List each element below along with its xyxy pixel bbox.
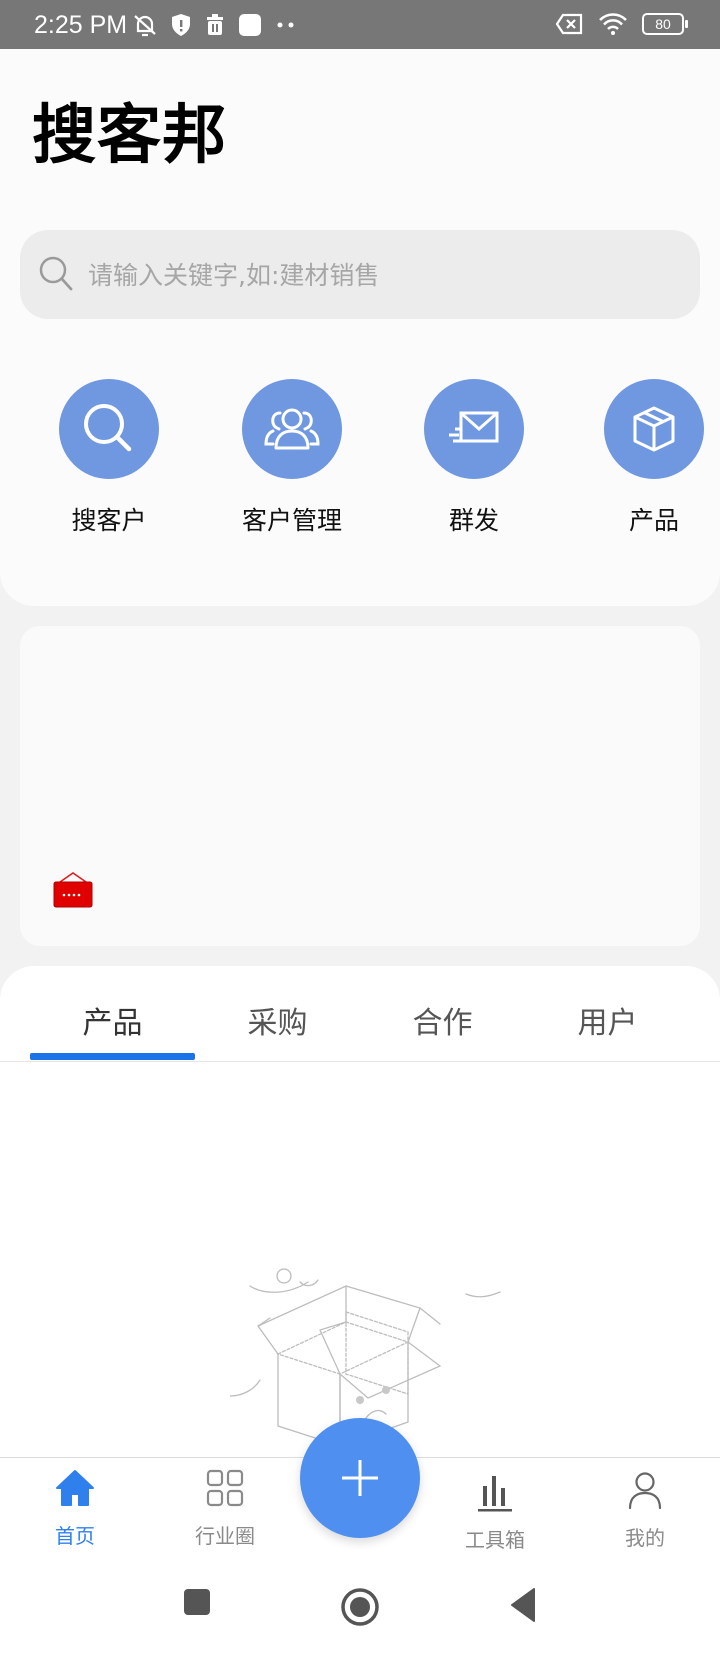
quick-action-products[interactable]: 产品 [574, 379, 720, 537]
tab-products[interactable]: 产品 [30, 998, 195, 1042]
back-icon[interactable] [508, 1587, 538, 1623]
search-icon [84, 404, 132, 452]
nav-profile[interactable]: 我的 [585, 1468, 705, 1551]
top-card: 搜客邦 搜客户 [0, 49, 720, 606]
tab-cooperation[interactable]: 合作 [360, 998, 525, 1042]
mail-send-icon [449, 411, 499, 443]
tab-bar: 产品 采购 合作 用户 [0, 966, 720, 1062]
tab-purchase[interactable]: 采购 [195, 998, 360, 1042]
wifi-icon [599, 13, 627, 35]
quick-actions: 搜客户 客户管理 群发 产品 [0, 379, 720, 535]
shop-sign-icon [53, 872, 93, 908]
system-nav-bar [0, 1567, 720, 1650]
empty-box-illustration [230, 1268, 501, 1446]
more-dots-icon [277, 22, 294, 28]
shield-icon [172, 14, 190, 36]
trash-icon [207, 14, 223, 35]
status-time: 2:25 PM [34, 11, 128, 39]
search-icon [39, 256, 73, 291]
quick-action-label: 客户管理 [241, 506, 342, 535]
box-icon [633, 406, 675, 452]
quick-action-label: 搜客户 [71, 506, 147, 535]
nav-toolbox[interactable]: 工具箱 [435, 1470, 555, 1553]
user-icon [628, 1472, 662, 1510]
app-title: 搜客邦 [32, 99, 227, 173]
nav-home[interactable]: 首页 [15, 1466, 135, 1549]
quick-action-mass-send[interactable]: 群发 [394, 379, 554, 537]
status-bar: 2:25 PM 80 [0, 0, 720, 49]
plus-icon [342, 1460, 378, 1496]
nav-label: 首页 [55, 1524, 95, 1548]
square-icon [239, 14, 261, 36]
home-circle-icon[interactable] [340, 1587, 380, 1627]
grid-icon [206, 1469, 244, 1507]
nav-label: 行业圈 [195, 1524, 255, 1548]
add-button[interactable] [300, 1418, 420, 1538]
search-input[interactable] [86, 250, 670, 300]
users-icon [264, 408, 320, 450]
banner-area[interactable] [20, 626, 700, 946]
nav-industry-circle[interactable]: 行业圈 [165, 1466, 285, 1549]
tab-indicator [30, 1053, 195, 1060]
notifications-off-icon [134, 15, 156, 37]
home-icon [56, 1470, 94, 1506]
tab-users[interactable]: 用户 [525, 998, 690, 1042]
recents-icon[interactable] [182, 1587, 212, 1617]
nav-label: 我的 [625, 1526, 665, 1550]
quick-action-label: 群发 [448, 506, 499, 535]
bar-chart-icon [478, 1476, 512, 1512]
quick-action-customer-management[interactable]: 客户管理 [212, 379, 372, 537]
quick-action-search-customers[interactable]: 搜客户 [29, 379, 189, 537]
search-bar[interactable] [20, 230, 700, 319]
sim-x-icon [556, 13, 583, 35]
battery-icon: 80 [642, 13, 688, 35]
quick-action-label: 产品 [628, 506, 679, 535]
nav-label: 工具箱 [465, 1528, 525, 1552]
